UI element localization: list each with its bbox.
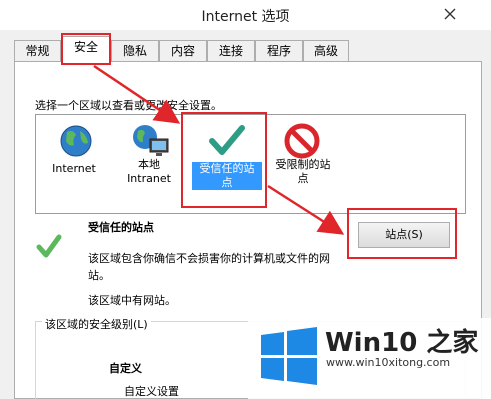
annotation-box-sites-button xyxy=(347,208,457,259)
zone-description: 该区域包含你确信不会损害你的计算机或文件的网 站。 xyxy=(88,252,330,282)
security-level-group-label: 该区域的安全级别(L) xyxy=(42,316,151,332)
watermark-name: Win10 之家 xyxy=(325,328,479,358)
intranet-icon xyxy=(133,125,169,156)
tab-general[interactable]: 常规 xyxy=(14,40,61,61)
close-button[interactable] xyxy=(428,0,472,27)
title-bar: Internet 选项 xyxy=(0,0,491,30)
annotation-box-trusted-zone xyxy=(181,112,267,208)
tab-advanced[interactable]: 高级 xyxy=(303,40,349,61)
zone-label-local-intranet: 本地 Intranet xyxy=(127,158,171,185)
zone-label-restricted-sites: 受限制的站 点 xyxy=(275,158,331,185)
window-title: Internet 选项 xyxy=(201,9,290,25)
close-icon xyxy=(444,8,456,19)
restricted-icon xyxy=(284,123,320,159)
watermark-url: www.win10xitong.com xyxy=(326,356,451,369)
tab-programs[interactable]: 程序 xyxy=(255,40,303,61)
security-level-desc: 自定义设置 xyxy=(124,385,179,398)
tab-content[interactable]: 内容 xyxy=(159,40,207,61)
tab-connections[interactable]: 连接 xyxy=(207,40,255,61)
windows-logo-icon xyxy=(261,327,317,385)
zone-instruction: 选择一个区域以查看或更改安全设置。 xyxy=(35,99,222,112)
zone-sites-status: 该区域中有网站。 xyxy=(88,294,176,307)
security-level-name: 自定义 xyxy=(109,362,142,375)
tab-privacy[interactable]: 隐私 xyxy=(111,40,159,61)
zone-internet[interactable] xyxy=(56,121,96,165)
checkmark-icon xyxy=(36,234,62,258)
zone-label-internet: Internet xyxy=(52,162,96,175)
globe-icon xyxy=(60,125,92,157)
zone-title: 受信任的站点 xyxy=(88,221,154,234)
annotation-box-security-tab xyxy=(61,33,111,65)
